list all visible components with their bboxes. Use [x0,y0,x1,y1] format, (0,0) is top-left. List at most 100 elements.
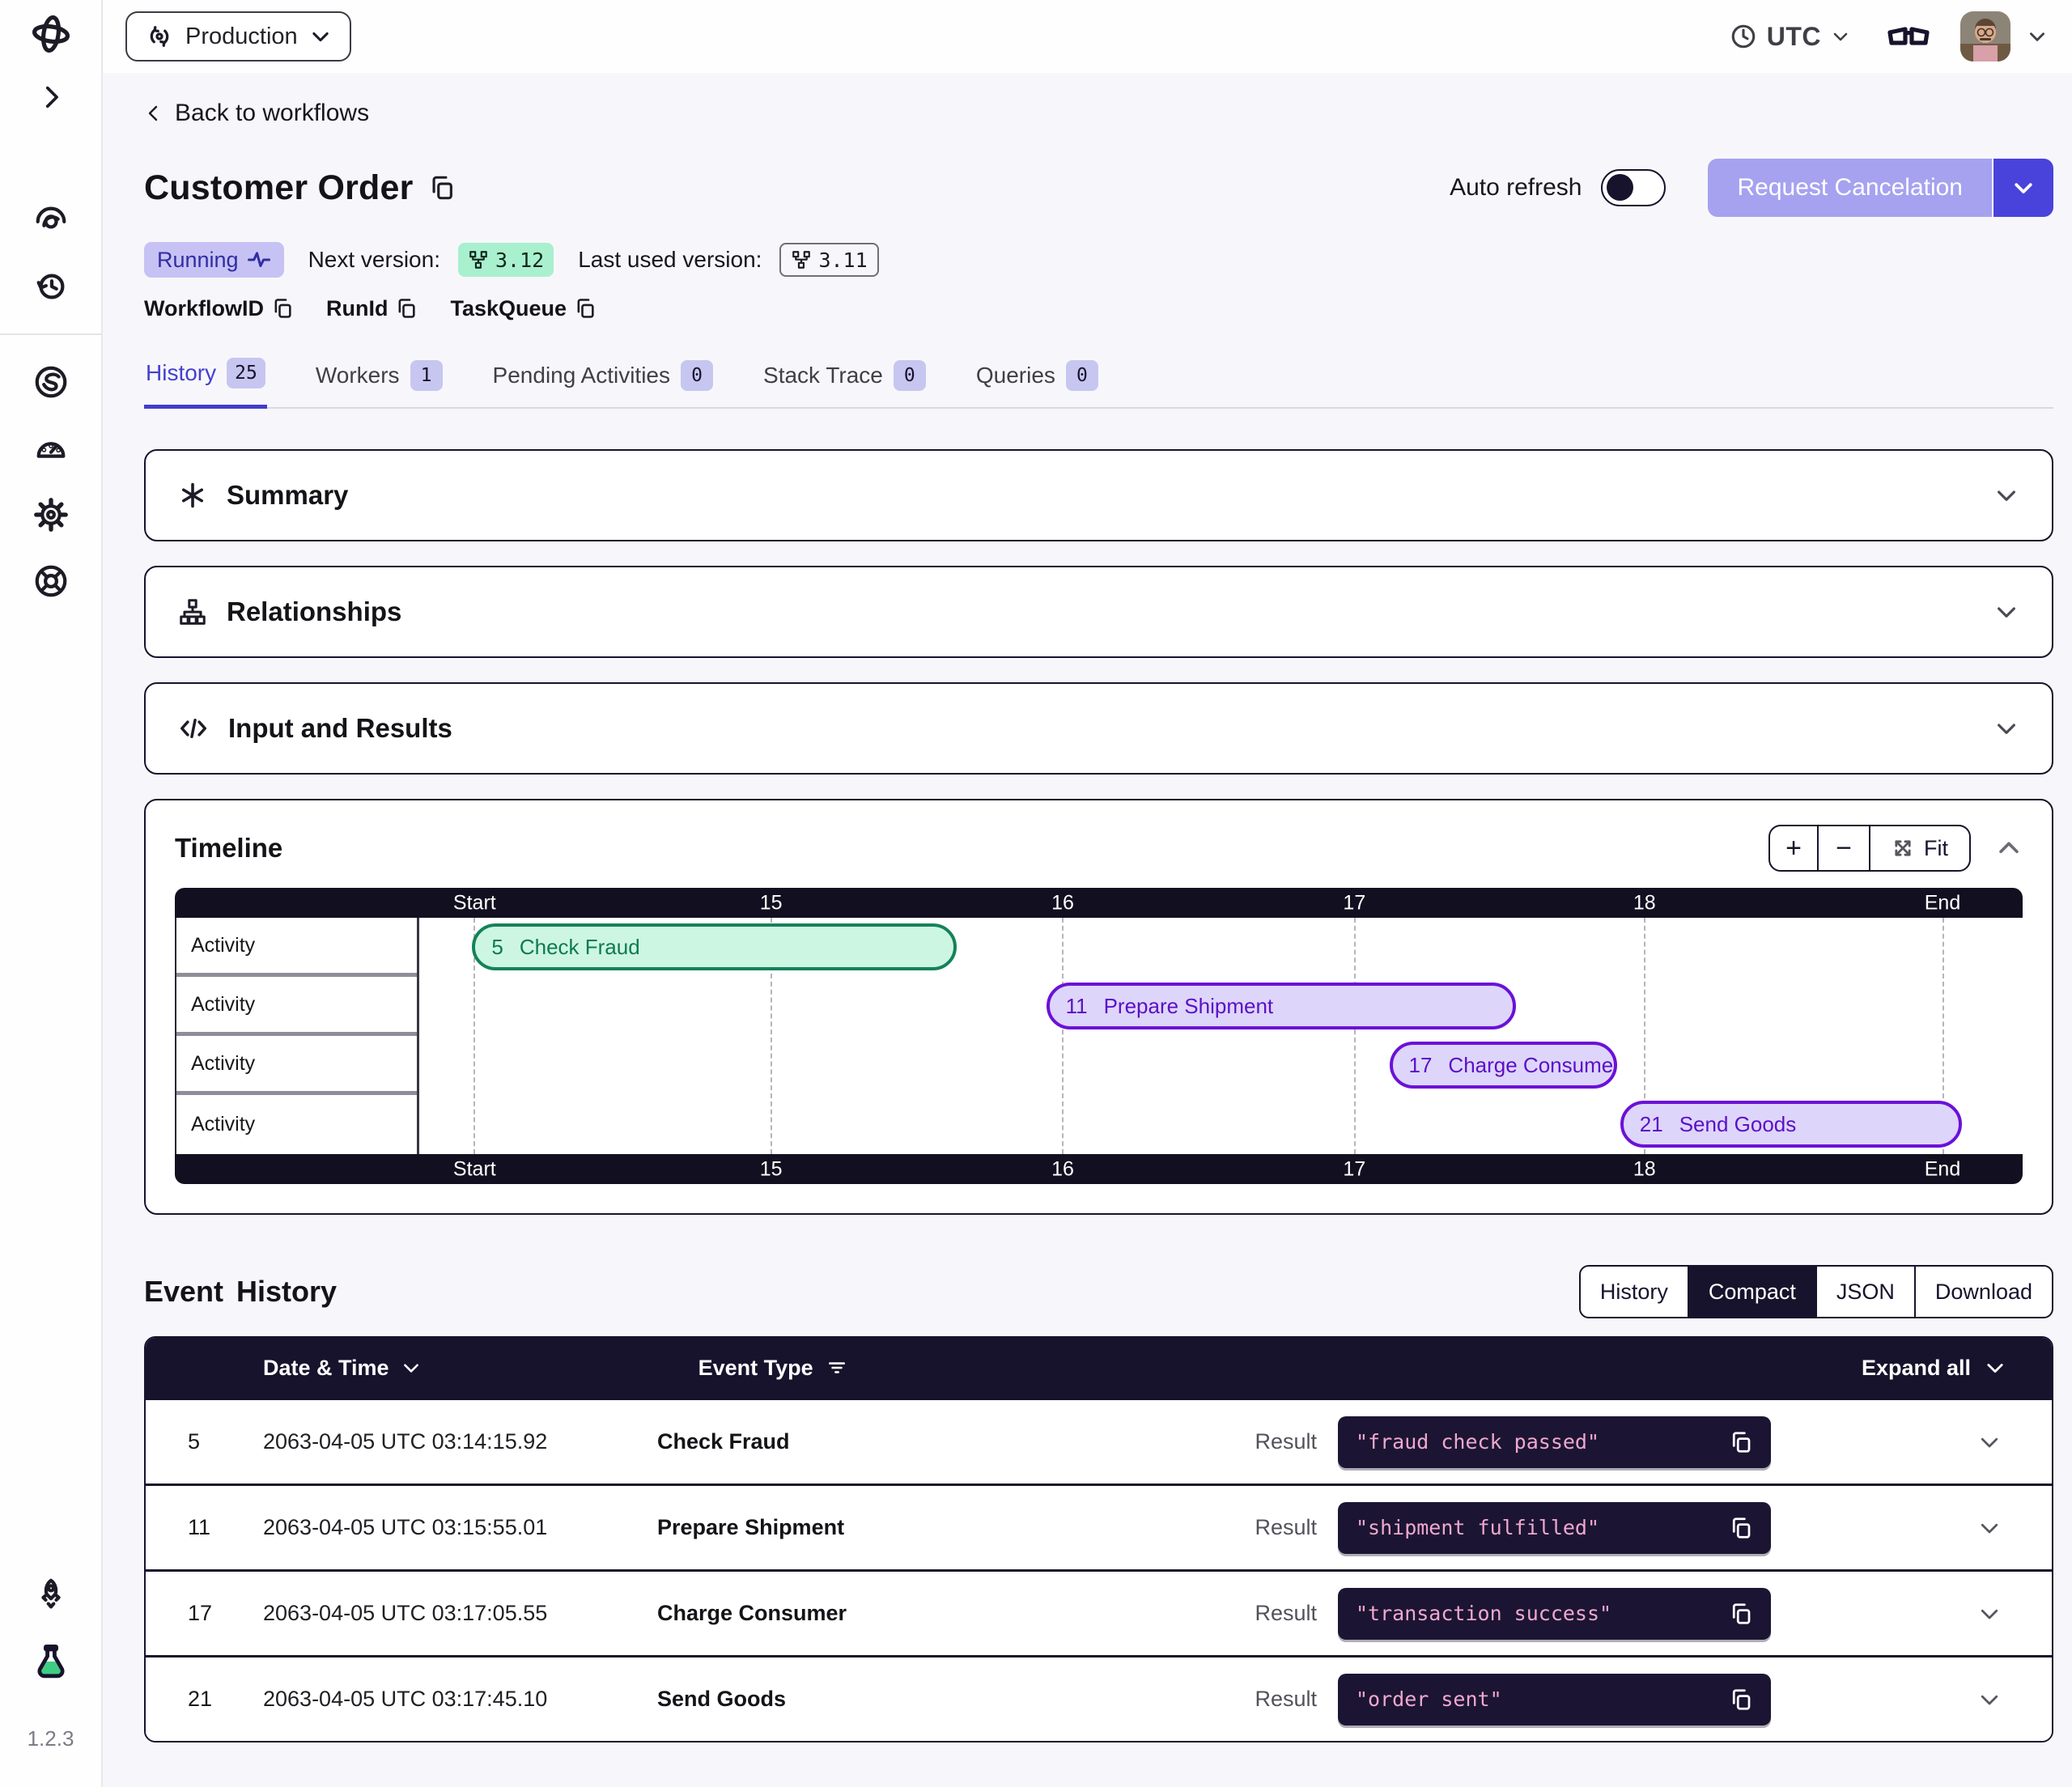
tick-label: 18 [1633,891,1656,915]
copy-icon[interactable] [1729,1687,1753,1712]
expand-all-button[interactable]: Expand all [1862,1356,2006,1381]
tab-queries[interactable]: Queries0 [974,353,1100,409]
tick-label: 17 [1343,1157,1365,1181]
chevron-down-icon [309,25,332,48]
event-datetime: 2063-04-05 UTC 03:17:05.55 [263,1601,657,1626]
event-row[interactable]: 21 2063-04-05 UTC 03:17:45.10 Send Goods… [146,1655,2052,1741]
timeline-bar-charge-consumer[interactable]: 17Charge Consumer [1390,1042,1617,1089]
event-id: 5 [146,1429,263,1454]
event-type: Prepare Shipment [657,1515,1255,1540]
usage-gauge-icon[interactable] [28,426,74,471]
result-label: Result [1255,1429,1317,1454]
request-cancelation-button[interactable]: Request Cancelation [1708,159,2053,217]
tick-label: 17 [1343,891,1365,915]
input-results-accordion[interactable]: Input and Results [144,682,2053,775]
tick-label: Start [453,1157,496,1181]
task-queue-copy[interactable]: TaskQueue [450,296,597,321]
expand-icon [1892,837,1914,860]
chevron-down-icon[interactable] [1993,482,2019,508]
view-compact-button[interactable]: Compact [1688,1267,1815,1317]
top-bar: Production UTC [103,0,2072,73]
tab-pending-activities[interactable]: Pending Activities0 [491,353,715,409]
feedback-glasses-icon[interactable] [1887,20,1930,53]
relationships-title: Relationships [227,596,401,627]
event-type: Charge Consumer [657,1601,1255,1626]
left-sidebar: 1.2.3 [0,0,103,1787]
cancel-menu-chevron[interactable] [1992,159,2053,217]
settings-gear-icon[interactable] [28,492,74,537]
expand-row-chevron[interactable] [1771,1516,2052,1540]
timezone-picker[interactable]: UTC [1730,22,1850,52]
timeline-axis-top: Start 15 16 17 18 End [175,888,2023,918]
auto-refresh-label: Auto refresh [1450,174,1582,202]
expand-row-chevron[interactable] [1771,1602,2052,1626]
copy-title-icon[interactable] [428,174,456,202]
temporal-logo-icon[interactable] [28,11,74,57]
column-date-time[interactable]: Date & Time [263,1356,422,1381]
tab-workers-count: 1 [410,360,443,391]
auto-refresh-toggle[interactable] [1601,169,1666,206]
copy-icon[interactable] [1729,1516,1753,1540]
user-menu-chevron-icon[interactable] [2027,26,2048,47]
chevron-down-icon[interactable] [1993,599,2019,625]
copy-icon[interactable] [1729,1602,1753,1626]
gridline [1354,918,1356,1154]
view-json-button[interactable]: JSON [1815,1267,1914,1317]
fit-button[interactable]: Fit [1869,825,1971,872]
clock-icon [1730,23,1757,50]
next-version-badge: 3.12 [458,243,554,277]
schedules-icon[interactable] [28,264,74,309]
event-row[interactable]: 11 2063-04-05 UTC 03:15:55.01 Prepare Sh… [146,1484,2052,1569]
sidebar-expand-icon[interactable] [28,74,74,120]
tick-label: 15 [760,1157,783,1181]
workflow-tabs: History25 Workers1 Pending Activities0 S… [144,353,2053,409]
timeline-zoom-controls: + − Fit [1768,825,1971,872]
timeline-plot: 5Check Fraud 11Prepare Shipment 17Charge… [419,918,2023,1154]
event-id: 21 [146,1687,263,1712]
request-cancelation-label[interactable]: Request Cancelation [1708,159,1992,217]
event-history-table: Date & Time Event Type Expand all 5 2063… [144,1336,2053,1742]
column-event-type[interactable]: Event Type [698,1356,847,1381]
view-history-button[interactable]: History [1581,1267,1688,1317]
zoom-out-button[interactable]: − [1819,825,1869,872]
timeline-title: Timeline [175,833,282,864]
support-lifebuoy-icon[interactable] [28,558,74,604]
event-type: Check Fraud [657,1429,1255,1454]
timeline-bar-prepare-shipment[interactable]: 11Prepare Shipment [1047,983,1516,1029]
event-history-title: Event History [144,1275,337,1309]
workflow-id-copy[interactable]: WorkflowID [144,296,294,321]
summary-accordion[interactable]: Summary [144,449,2053,541]
nexus-icon[interactable] [28,359,74,405]
event-row[interactable]: 5 2063-04-05 UTC 03:14:15.92 Check Fraud… [146,1398,2052,1484]
back-to-workflows-link[interactable]: Back to workflows [144,97,2053,129]
workflows-icon[interactable] [28,197,74,243]
expand-row-chevron[interactable] [1771,1430,2052,1454]
tab-history-count: 25 [227,358,265,388]
expand-row-chevron[interactable] [1771,1687,2052,1712]
heartbeat-icon [247,248,271,272]
event-row[interactable]: 17 2063-04-05 UTC 03:17:05.55 Charge Con… [146,1569,2052,1655]
timeline-bar-send-goods[interactable]: 21Send Goods [1620,1101,1962,1148]
tab-workers[interactable]: Workers1 [314,353,444,409]
last-version-value: 3.11 [818,248,867,272]
collapse-timeline-icon[interactable] [1995,834,2023,862]
tab-stack-trace-count: 0 [894,360,926,391]
relationships-accordion[interactable]: Relationships [144,566,2053,658]
copy-icon [574,297,597,320]
copy-icon[interactable] [1729,1430,1753,1454]
branch-icon [791,249,812,270]
event-view-switcher: History Compact JSON Download [1579,1265,2053,1318]
download-button[interactable]: Download [1914,1267,2052,1317]
zoom-in-button[interactable]: + [1768,825,1819,872]
run-id-copy[interactable]: RunId [326,296,418,321]
tab-stack-trace[interactable]: Stack Trace0 [762,353,928,409]
timeline-axis-bottom: Start 15 16 17 18 End [175,1154,2023,1184]
chevron-down-icon[interactable] [1993,715,2019,741]
namespace-picker[interactable]: Production [125,11,351,62]
timeline-bar-check-fraud[interactable]: 5Check Fraud [472,923,956,970]
event-type: Send Goods [657,1687,1255,1712]
labs-flask-icon[interactable] [28,1639,74,1684]
whats-new-rocket-icon[interactable] [28,1573,74,1618]
tab-history[interactable]: History25 [144,353,267,409]
user-avatar[interactable] [1960,11,2010,62]
